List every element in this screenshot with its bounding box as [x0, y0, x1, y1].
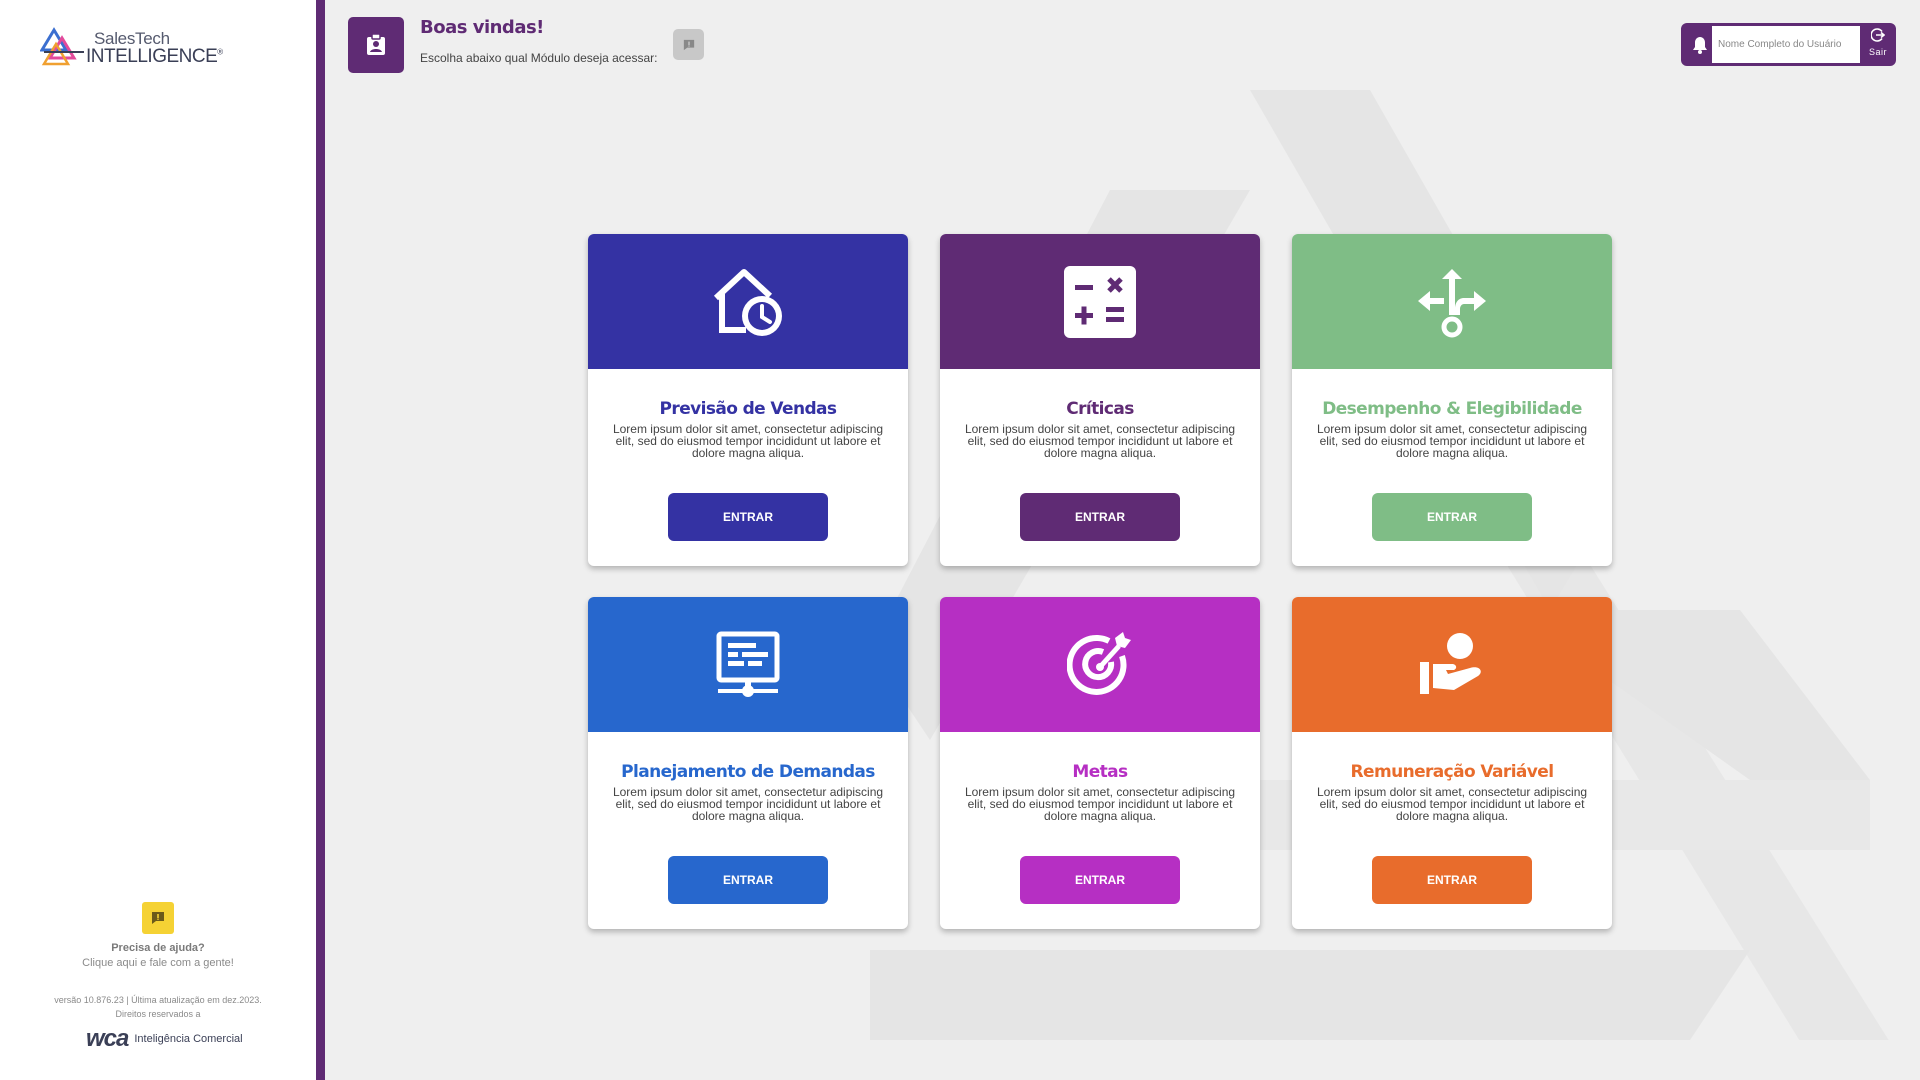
- card-title: Desempenho & Elegibilidade: [1322, 399, 1582, 419]
- chat-icon: [683, 39, 694, 50]
- card-header: [1292, 234, 1612, 369]
- header-badge-icon: [348, 17, 404, 73]
- logo-line1: SalesTech: [94, 29, 170, 48]
- user-box: Nome Completo do Usuário Sair: [1681, 23, 1896, 66]
- version-line2: Direitos reservados a: [115, 1009, 201, 1019]
- card-header: [1292, 597, 1612, 732]
- salestech-logo[interactable]: SalesTech INTELLIGENCE®: [40, 26, 223, 66]
- version-line1: versão 10.876.23 | Última atualização em…: [54, 995, 262, 1005]
- card-header: [940, 234, 1260, 369]
- card-description: Lorem ipsum dolor sit amet, consectetur …: [964, 785, 1236, 823]
- username-field[interactable]: Nome Completo do Usuário: [1712, 26, 1860, 63]
- enter-button-desempenho[interactable]: ENTRAR: [1372, 493, 1532, 541]
- help-section[interactable]: Precisa de ajuda? Clique aqui e fale com…: [0, 902, 316, 969]
- card-title: Metas: [1072, 762, 1128, 782]
- split-arrows-icon: [1418, 268, 1486, 337]
- card-header: [588, 234, 908, 369]
- module-card-desempenho: Desempenho & Elegibilidade Lorem ipsum d…: [1292, 234, 1612, 566]
- wca-logo: wca Inteligência Comercial: [86, 1025, 243, 1053]
- wca-logo-sub: Inteligência Comercial: [134, 1033, 243, 1045]
- logout-label: Sair: [1868, 47, 1887, 57]
- card-description: Lorem ipsum dolor sit amet, consectetur …: [1316, 785, 1588, 823]
- module-card-planejamento: Planejamento de Demandas Lorem ipsum dol…: [588, 597, 908, 929]
- salestech-logo-mark-icon: [40, 27, 84, 66]
- monitor-network-icon: [716, 631, 780, 697]
- card-description: Lorem ipsum dolor sit amet, consectetur …: [1316, 422, 1588, 460]
- sidebar: SalesTech INTELLIGENCE® Precisa de ajuda…: [0, 0, 316, 1080]
- bell-icon[interactable]: [1691, 35, 1709, 55]
- enter-button-previsao-vendas[interactable]: ENTRAR: [668, 493, 828, 541]
- enter-button-planejamento[interactable]: ENTRAR: [668, 856, 828, 904]
- welcome-subtitle: Escolha abaixo qual Módulo deseja acessa…: [420, 51, 658, 65]
- module-card-previsao-vendas: Previsão de Vendas Lorem ipsum dolor sit…: [588, 234, 908, 566]
- logo-reg: ®: [217, 47, 223, 57]
- card-title: Críticas: [1066, 399, 1134, 419]
- chat-button[interactable]: [673, 29, 704, 60]
- module-card-metas: Metas Lorem ipsum dolor sit amet, consec…: [940, 597, 1260, 929]
- card-description: Lorem ipsum dolor sit amet, consectetur …: [964, 422, 1236, 460]
- wca-logo-text: wca: [86, 1025, 129, 1052]
- card-title: Planejamento de Demandas: [621, 762, 875, 782]
- logout-icon: [1870, 28, 1886, 42]
- target-icon: [1067, 631, 1131, 695]
- card-header: [940, 597, 1260, 732]
- card-description: Lorem ipsum dolor sit amet, consectetur …: [612, 785, 884, 823]
- sidebar-divider: [316, 0, 325, 1080]
- version-info: versão 10.876.23 | Última atualização em…: [0, 993, 316, 1021]
- card-title: Remuneração Variável: [1350, 762, 1555, 782]
- enter-button-criticas[interactable]: ENTRAR: [1020, 493, 1180, 541]
- chat-help-icon[interactable]: [142, 902, 174, 934]
- logout-button[interactable]: Sair: [1862, 28, 1894, 62]
- module-card-remuneracao: Remuneração Variável Lorem ipsum dolor s…: [1292, 597, 1612, 929]
- enter-button-remuneracao[interactable]: ENTRAR: [1372, 856, 1532, 904]
- help-title: Precisa de ajuda?: [111, 942, 205, 954]
- card-title: Previsão de Vendas: [659, 399, 838, 419]
- card-header: [588, 597, 908, 732]
- module-card-criticas: Críticas Lorem ipsum dolor sit amet, con…: [940, 234, 1260, 566]
- hand-person-icon: [1420, 632, 1481, 694]
- card-description: Lorem ipsum dolor sit amet, consectetur …: [612, 422, 884, 460]
- welcome-title: Boas vindas!: [420, 17, 544, 38]
- calculator-icon: [1064, 265, 1136, 338]
- logo-line2: INTELLIGENCE: [86, 46, 218, 67]
- enter-button-metas[interactable]: ENTRAR: [1020, 856, 1180, 904]
- home-clock-icon: [713, 268, 782, 336]
- help-link[interactable]: Clique aqui e fale com a gente!: [0, 957, 316, 969]
